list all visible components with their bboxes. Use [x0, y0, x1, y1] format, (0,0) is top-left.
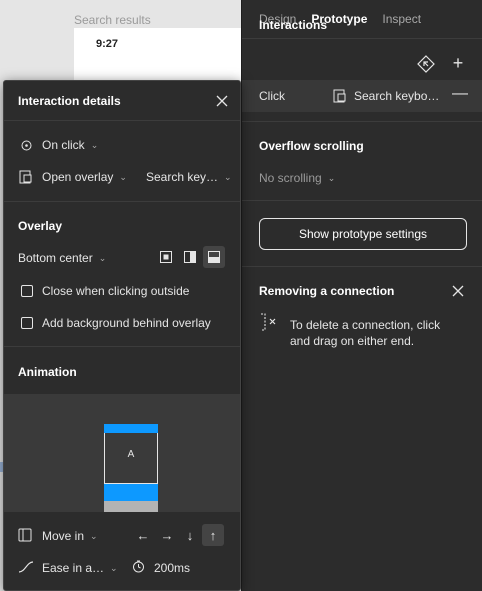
position-bottom-button[interactable]	[203, 246, 225, 268]
animation-preview: A	[4, 394, 240, 512]
tab-inspect[interactable]: Inspect	[382, 12, 421, 26]
position-value: Bottom center	[18, 251, 93, 265]
remove-interaction-icon[interactable]: —	[452, 85, 468, 103]
overflow-section: Overflow scrolling No scrolling ⌄	[242, 121, 482, 201]
destination-value: Search key…	[146, 170, 219, 184]
show-prototype-settings-button[interactable]: Show prototype settings	[259, 218, 467, 250]
overlay-icon	[19, 170, 33, 187]
duration-value[interactable]: 200ms	[154, 561, 190, 575]
close-outside-checkbox[interactable]	[21, 285, 33, 297]
animation-title: Animation	[18, 365, 77, 379]
interaction-trigger: Click	[259, 89, 285, 103]
frame-preview[interactable]: 9:27	[74, 28, 241, 88]
action-value: Open overlay	[42, 170, 114, 184]
interaction-row[interactable]: Click Search keybo… —	[242, 80, 482, 112]
direction-left-button[interactable]: ←	[132, 524, 154, 546]
position-dropdown[interactable]: Bottom center ⌄	[18, 251, 106, 265]
frame-time: 9:27	[96, 38, 119, 50]
move-in-icon	[18, 528, 32, 545]
add-background-label: Add background behind overlay	[42, 316, 211, 330]
interactions-title: Interactions	[259, 18, 328, 32]
trigger-value: On click	[42, 138, 85, 152]
removing-title: Removing a connection	[259, 284, 395, 298]
interaction-details-dialog: Interaction details On click ⌄ Open over…	[3, 80, 241, 591]
disconnect-icon	[259, 313, 279, 334]
preview-overlay	[104, 484, 158, 501]
easing-value: Ease in a…	[42, 561, 105, 575]
removing-help-line1: To delete a connection, click	[290, 318, 441, 332]
destination-dropdown[interactable]: Search key… ⌄	[146, 170, 232, 184]
chevron-down-icon: ⌄	[110, 562, 118, 573]
direction-right-button[interactable]: →	[156, 524, 178, 546]
close-icon[interactable]	[212, 91, 232, 111]
overflow-dropdown[interactable]: No scrolling ⌄	[259, 171, 335, 185]
preview-frame-label: A	[127, 449, 135, 460]
chevron-down-icon: ⌄	[224, 171, 232, 182]
easing-curve-icon	[18, 561, 34, 576]
position-right-button[interactable]	[179, 246, 201, 268]
prototype-settings-section: Show prototype settings	[242, 201, 482, 267]
overlay-icon	[333, 89, 347, 106]
direction-down-button[interactable]: ↓	[179, 524, 201, 546]
overflow-title: Overflow scrolling	[259, 139, 364, 153]
chevron-down-icon: ⌄	[98, 252, 107, 263]
position-center-button[interactable]	[155, 246, 177, 268]
trigger-action-section: On click ⌄ Open overlay ⌄ Search key… ⌄	[4, 121, 240, 202]
dialog-title: Interaction details	[18, 94, 121, 108]
interaction-destination: Search keybo…	[354, 89, 440, 103]
action-dropdown[interactable]: Open overlay ⌄	[42, 170, 127, 184]
overflow-value: No scrolling	[259, 171, 322, 185]
preview-frame-a: A	[104, 433, 158, 484]
timer-icon	[132, 560, 145, 576]
chevron-down-icon: ⌄	[327, 172, 336, 183]
direction-up-button[interactable]: ↑	[202, 524, 224, 546]
target-icon	[21, 140, 32, 154]
animation-type-value: Move in	[42, 529, 85, 543]
removing-connection-section: Removing a connection To delete a connec…	[242, 267, 482, 367]
close-icon[interactable]	[448, 281, 468, 301]
add-background-checkbox[interactable]	[21, 317, 33, 329]
removing-help-line2: and drag on either end.	[290, 334, 415, 348]
overlay-title: Overlay	[18, 219, 63, 233]
chevron-down-icon: ⌄	[119, 171, 127, 182]
preview-phone: A	[104, 424, 158, 512]
frame-label[interactable]: Search results	[74, 13, 151, 27]
properties-panel: Design Prototype Inspect Interactions + …	[241, 0, 482, 591]
overlay-section: Overlay Bottom center ⌄ Close when click…	[4, 202, 240, 347]
flow-starting-point-icon[interactable]	[416, 54, 436, 74]
preview-top-bar	[104, 424, 158, 433]
animation-type-dropdown[interactable]: Move in ⌄	[42, 529, 98, 543]
close-outside-label: Close when clicking outside	[42, 284, 190, 298]
easing-dropdown[interactable]: Ease in a… ⌄	[42, 561, 118, 575]
chevron-down-icon: ⌄	[90, 139, 99, 150]
trigger-dropdown[interactable]: On click ⌄	[42, 138, 98, 152]
chevron-down-icon: ⌄	[90, 530, 98, 541]
add-interaction-icon[interactable]: +	[448, 53, 468, 73]
dialog-header: Interaction details	[4, 81, 240, 121]
preview-overlay-bottom	[104, 501, 158, 512]
